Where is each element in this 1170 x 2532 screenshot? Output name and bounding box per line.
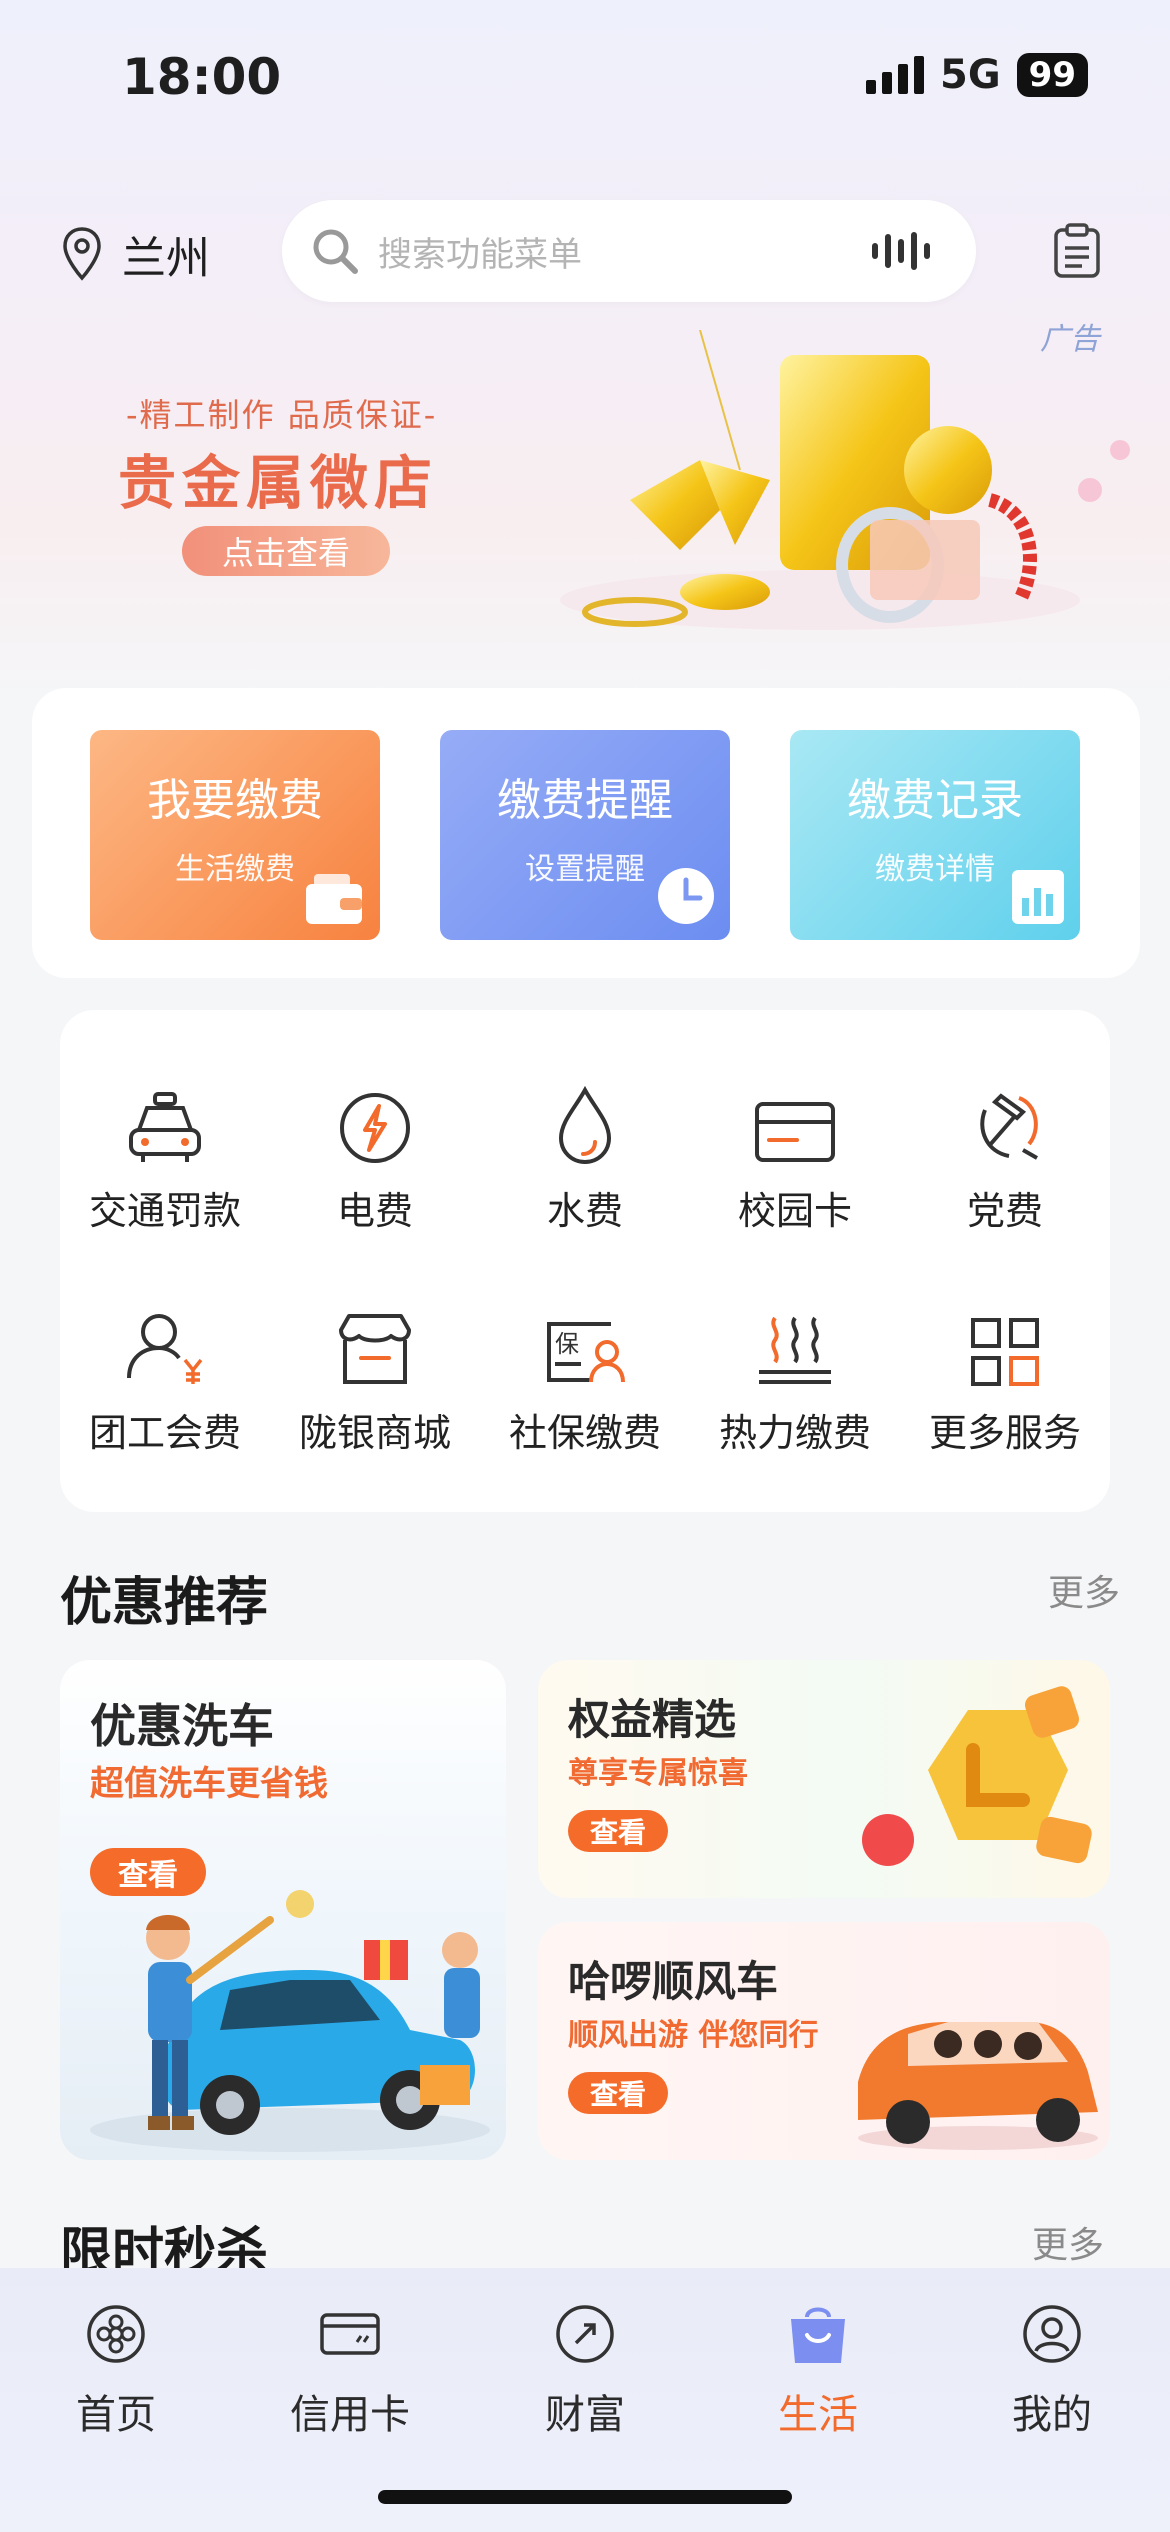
wealth-icon — [556, 2305, 614, 2363]
banner-view-button[interactable]: 点击查看 — [182, 526, 390, 576]
tab-label: 首页 — [76, 2392, 156, 2438]
card-icon — [755, 1102, 835, 1162]
service-traffic-fine[interactable]: 交通罚款 — [60, 1074, 270, 1235]
promo-section-title: 优惠推荐 — [60, 1573, 269, 1633]
tab-label: 生活 — [778, 2392, 858, 2438]
promo-subtitle: 超值洗车更省钱 — [90, 1764, 328, 1804]
tab-wealth[interactable]: 财富 — [505, 2298, 665, 2440]
shopping-bag-icon — [791, 2307, 845, 2363]
tab-label: 信用卡 — [290, 2392, 410, 2438]
quick-pay-panel: 我要缴费 生活缴费 缴费提醒 设置提醒 缴费记录 缴费详情 — [32, 688, 1140, 978]
promo-hitch-ride-view-button[interactable]: 查看 — [568, 2072, 668, 2114]
tab-life[interactable]: 生活 — [738, 2298, 898, 2440]
service-campus-card[interactable]: 校园卡 — [690, 1074, 900, 1235]
signal-icon — [866, 56, 924, 94]
wallet-icon — [306, 874, 362, 924]
home-icon — [87, 2305, 145, 2363]
history-title: 缴费记录 — [847, 775, 1023, 826]
service-label: 校园卡 — [737, 1189, 852, 1233]
service-label: 社保缴费 — [508, 1411, 661, 1455]
network-type: 5G — [940, 52, 1001, 98]
profile-icon — [1023, 2305, 1081, 2363]
battery-level: 99 — [1016, 53, 1088, 97]
location-selector[interactable]: 兰州 — [62, 222, 210, 286]
credit-card-icon — [320, 2313, 380, 2355]
search-icon — [313, 229, 358, 274]
payment-history-button[interactable]: 缴费记录 缴费详情 — [790, 730, 1080, 940]
hitch-ride-car-illustration — [858, 2022, 1098, 2150]
flash-sale-more-link[interactable]: 更多 — [1032, 2216, 1104, 2268]
search-input[interactable]: 搜索功能菜单 — [378, 227, 872, 276]
service-party-fee[interactable]: 党费 — [900, 1074, 1110, 1235]
service-label: 水费 — [546, 1189, 623, 1233]
tab-credit-card[interactable]: 信用卡 — [270, 2298, 430, 2440]
promo-more-link[interactable]: 更多 — [1048, 1564, 1120, 1616]
service-label: 热力缴费 — [718, 1411, 871, 1455]
pay-bills-button[interactable]: 我要缴费 生活缴费 — [90, 730, 380, 940]
promo-benefits-card[interactable]: 权益精选 尊享专属惊喜 查看 — [538, 1660, 1110, 1898]
home-indicator[interactable] — [378, 2490, 792, 2504]
search-bar[interactable]: 搜索功能菜单 — [282, 200, 976, 302]
service-electricity[interactable]: 电费 — [270, 1074, 480, 1235]
store-icon — [339, 1314, 411, 1384]
service-grid: 交通罚款 电费 水费 校园卡 党费 团工会费 陇银商城 保 社保缴费 热力缴费 … — [60, 1010, 1110, 1512]
promo-title: 哈啰顺风车 — [568, 1957, 779, 2006]
status-indicators: 5G 99 — [866, 52, 1088, 98]
payment-reminder-button[interactable]: 缴费提醒 设置提醒 — [440, 730, 730, 940]
banner-title: 贵金属微店 — [118, 449, 439, 517]
tab-profile[interactable]: 我的 — [972, 2298, 1132, 2440]
clock-icon — [658, 868, 714, 924]
clipboard-icon[interactable] — [1052, 222, 1102, 280]
service-label: 陇银商城 — [298, 1411, 451, 1455]
tab-label: 我的 — [1012, 2392, 1092, 2438]
chart-icon — [1012, 870, 1064, 924]
location-pin-icon — [63, 227, 101, 281]
tab-label: 财富 — [545, 2392, 625, 2438]
service-label: 团工会费 — [88, 1411, 241, 1455]
party-emblem-icon — [980, 1093, 1038, 1160]
car-wash-illustration — [90, 1890, 490, 2152]
tab-home[interactable]: 首页 — [36, 2298, 196, 2440]
promo-subtitle: 尊享专属惊喜 — [568, 1756, 748, 1791]
pay-bills-title: 我要缴费 — [147, 775, 323, 826]
voice-search-icon[interactable] — [872, 232, 930, 270]
reminder-title: 缴费提醒 — [497, 775, 673, 826]
grid-icon — [971, 1318, 1039, 1386]
service-social-security[interactable]: 保 社保缴费 — [480, 1296, 690, 1457]
promo-subtitle: 顺风出游 伴您同行 — [568, 2018, 819, 2053]
banner-subtitle: -精工制作 品质保证- — [126, 396, 438, 434]
status-time: 18:00 — [122, 48, 282, 106]
service-label: 电费 — [336, 1189, 413, 1233]
banner-gold-jewelry-image[interactable] — [560, 330, 1160, 650]
car-icon — [129, 1092, 201, 1162]
lightning-icon — [340, 1093, 410, 1163]
union-fee-icon — [127, 1314, 203, 1384]
svg-text:保: 保 — [555, 1330, 579, 1358]
promo-car-wash-card[interactable]: 优惠洗车 超值洗车更省钱 查看 — [60, 1660, 506, 2160]
promo-hitch-ride-card[interactable]: 哈啰顺风车 顺风出游 伴您同行 查看 — [538, 1922, 1110, 2160]
service-label: 党费 — [966, 1189, 1043, 1233]
heating-icon — [759, 1316, 831, 1384]
service-mall[interactable]: 陇银商城 — [270, 1296, 480, 1457]
promo-title: 优惠洗车 — [90, 1699, 274, 1753]
service-union-fee[interactable]: 团工会费 — [60, 1296, 270, 1457]
service-more[interactable]: 更多服务 — [900, 1296, 1110, 1457]
promo-title: 权益精选 — [568, 1695, 737, 1744]
service-water[interactable]: 水费 — [480, 1074, 690, 1235]
service-heating[interactable]: 热力缴费 — [690, 1296, 900, 1457]
social-security-icon: 保 — [547, 1322, 625, 1383]
service-label: 交通罚款 — [88, 1189, 241, 1233]
benefits-badge-illustration — [862, 1686, 1092, 1866]
service-label: 更多服务 — [928, 1411, 1081, 1455]
promo-benefits-view-button[interactable]: 查看 — [568, 1810, 668, 1852]
water-drop-icon — [558, 1086, 612, 1165]
location-label: 兰州 — [122, 233, 210, 284]
